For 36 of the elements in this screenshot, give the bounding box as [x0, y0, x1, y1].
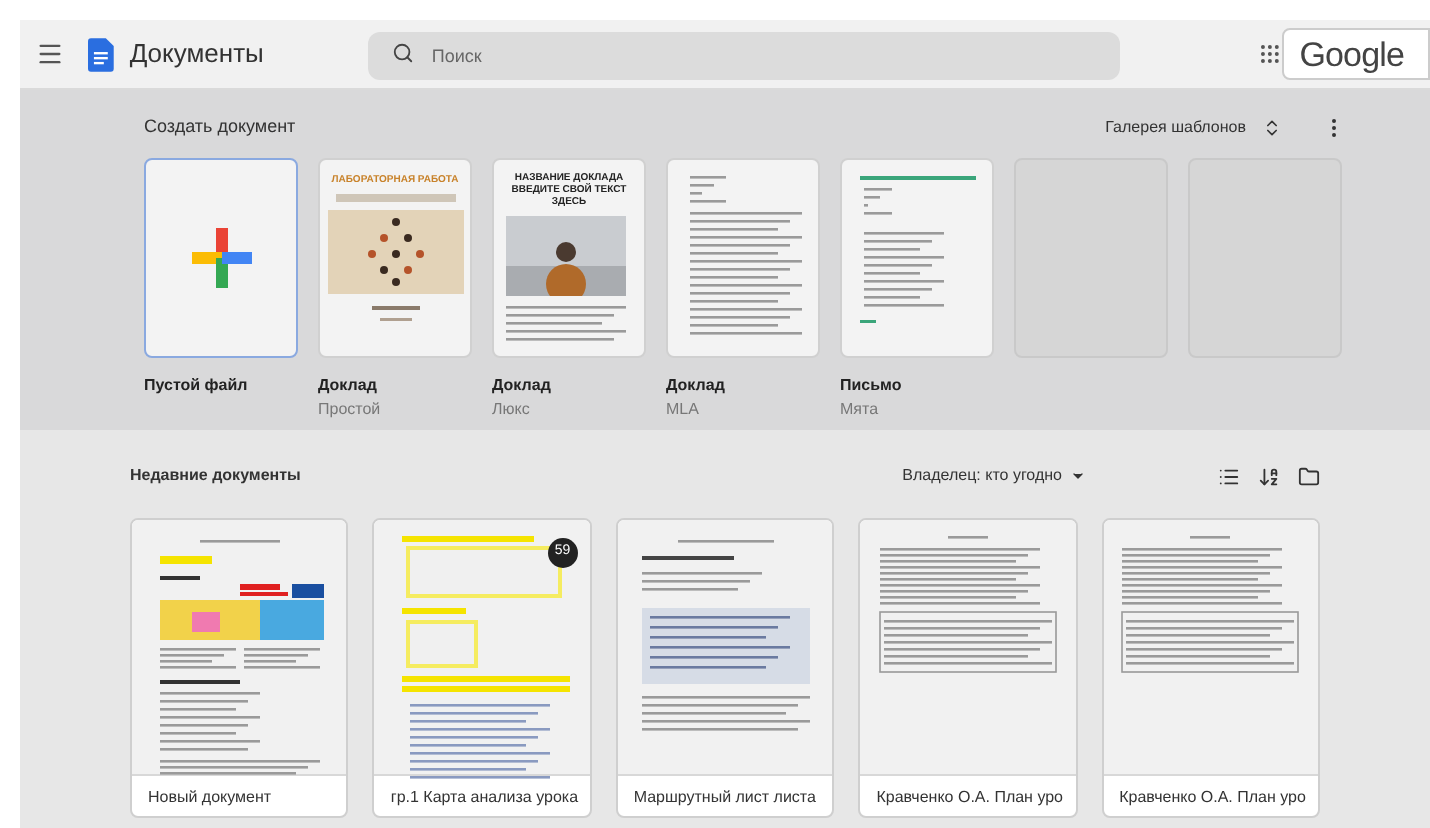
section-heading: Создать документ	[144, 114, 296, 141]
template-title: Доклад	[318, 374, 379, 398]
template-subtitle: Люкс	[492, 398, 532, 422]
document-title: Маршрутный лист листа	[631, 786, 818, 810]
docs-logo-icon	[88, 37, 114, 71]
document-title: Кравченко О.А. План уро	[1117, 786, 1308, 810]
owner-filter-dropdown[interactable]: Владелец: кто угодно	[902, 464, 1086, 488]
app-title: Документы	[129, 36, 264, 73]
template-title: Доклад	[492, 374, 553, 398]
search-icon	[391, 42, 414, 64]
template-title: Пустой файл	[144, 374, 250, 398]
template-subtitle: Простой	[318, 398, 383, 422]
template-title: Доклад	[666, 374, 727, 398]
account-button[interactable]: Google	[1281, 28, 1430, 80]
template-subtitle: MLA	[666, 398, 701, 422]
template-gallery-button[interactable]: Галерея шаблонов	[1097, 116, 1290, 140]
document-card[interactable]: Новый документ	[130, 518, 349, 818]
template-title: Письмо	[840, 374, 904, 398]
list-view-icon[interactable]	[1218, 465, 1240, 487]
menu-icon[interactable]	[36, 40, 64, 68]
search-field[interactable]: Поиск	[367, 32, 1120, 80]
template-subtitle: Мята	[840, 398, 881, 422]
section-heading: Недавние документы	[130, 464, 301, 488]
folder-icon[interactable]	[1298, 465, 1320, 487]
sort-arrows-icon	[1262, 118, 1282, 138]
document-card[interactable]: Маршрутный лист листа	[615, 518, 835, 818]
document-card[interactable]: Кравченко О.А. План уро	[1101, 518, 1321, 818]
document-card[interactable]: Кравченко О.А. План уро	[858, 518, 1078, 818]
template-thumbnail[interactable]	[144, 158, 298, 358]
document-title: гр.1 Карта анализа урока	[388, 786, 581, 810]
sort-icon[interactable]	[1258, 465, 1280, 487]
caret-icon	[1070, 468, 1086, 484]
plus-icon	[191, 228, 251, 288]
apps-icon[interactable]	[1257, 42, 1282, 66]
document-title: Кравченко О.А. План уро	[874, 786, 1066, 810]
document-title: Новый документ	[146, 786, 274, 810]
